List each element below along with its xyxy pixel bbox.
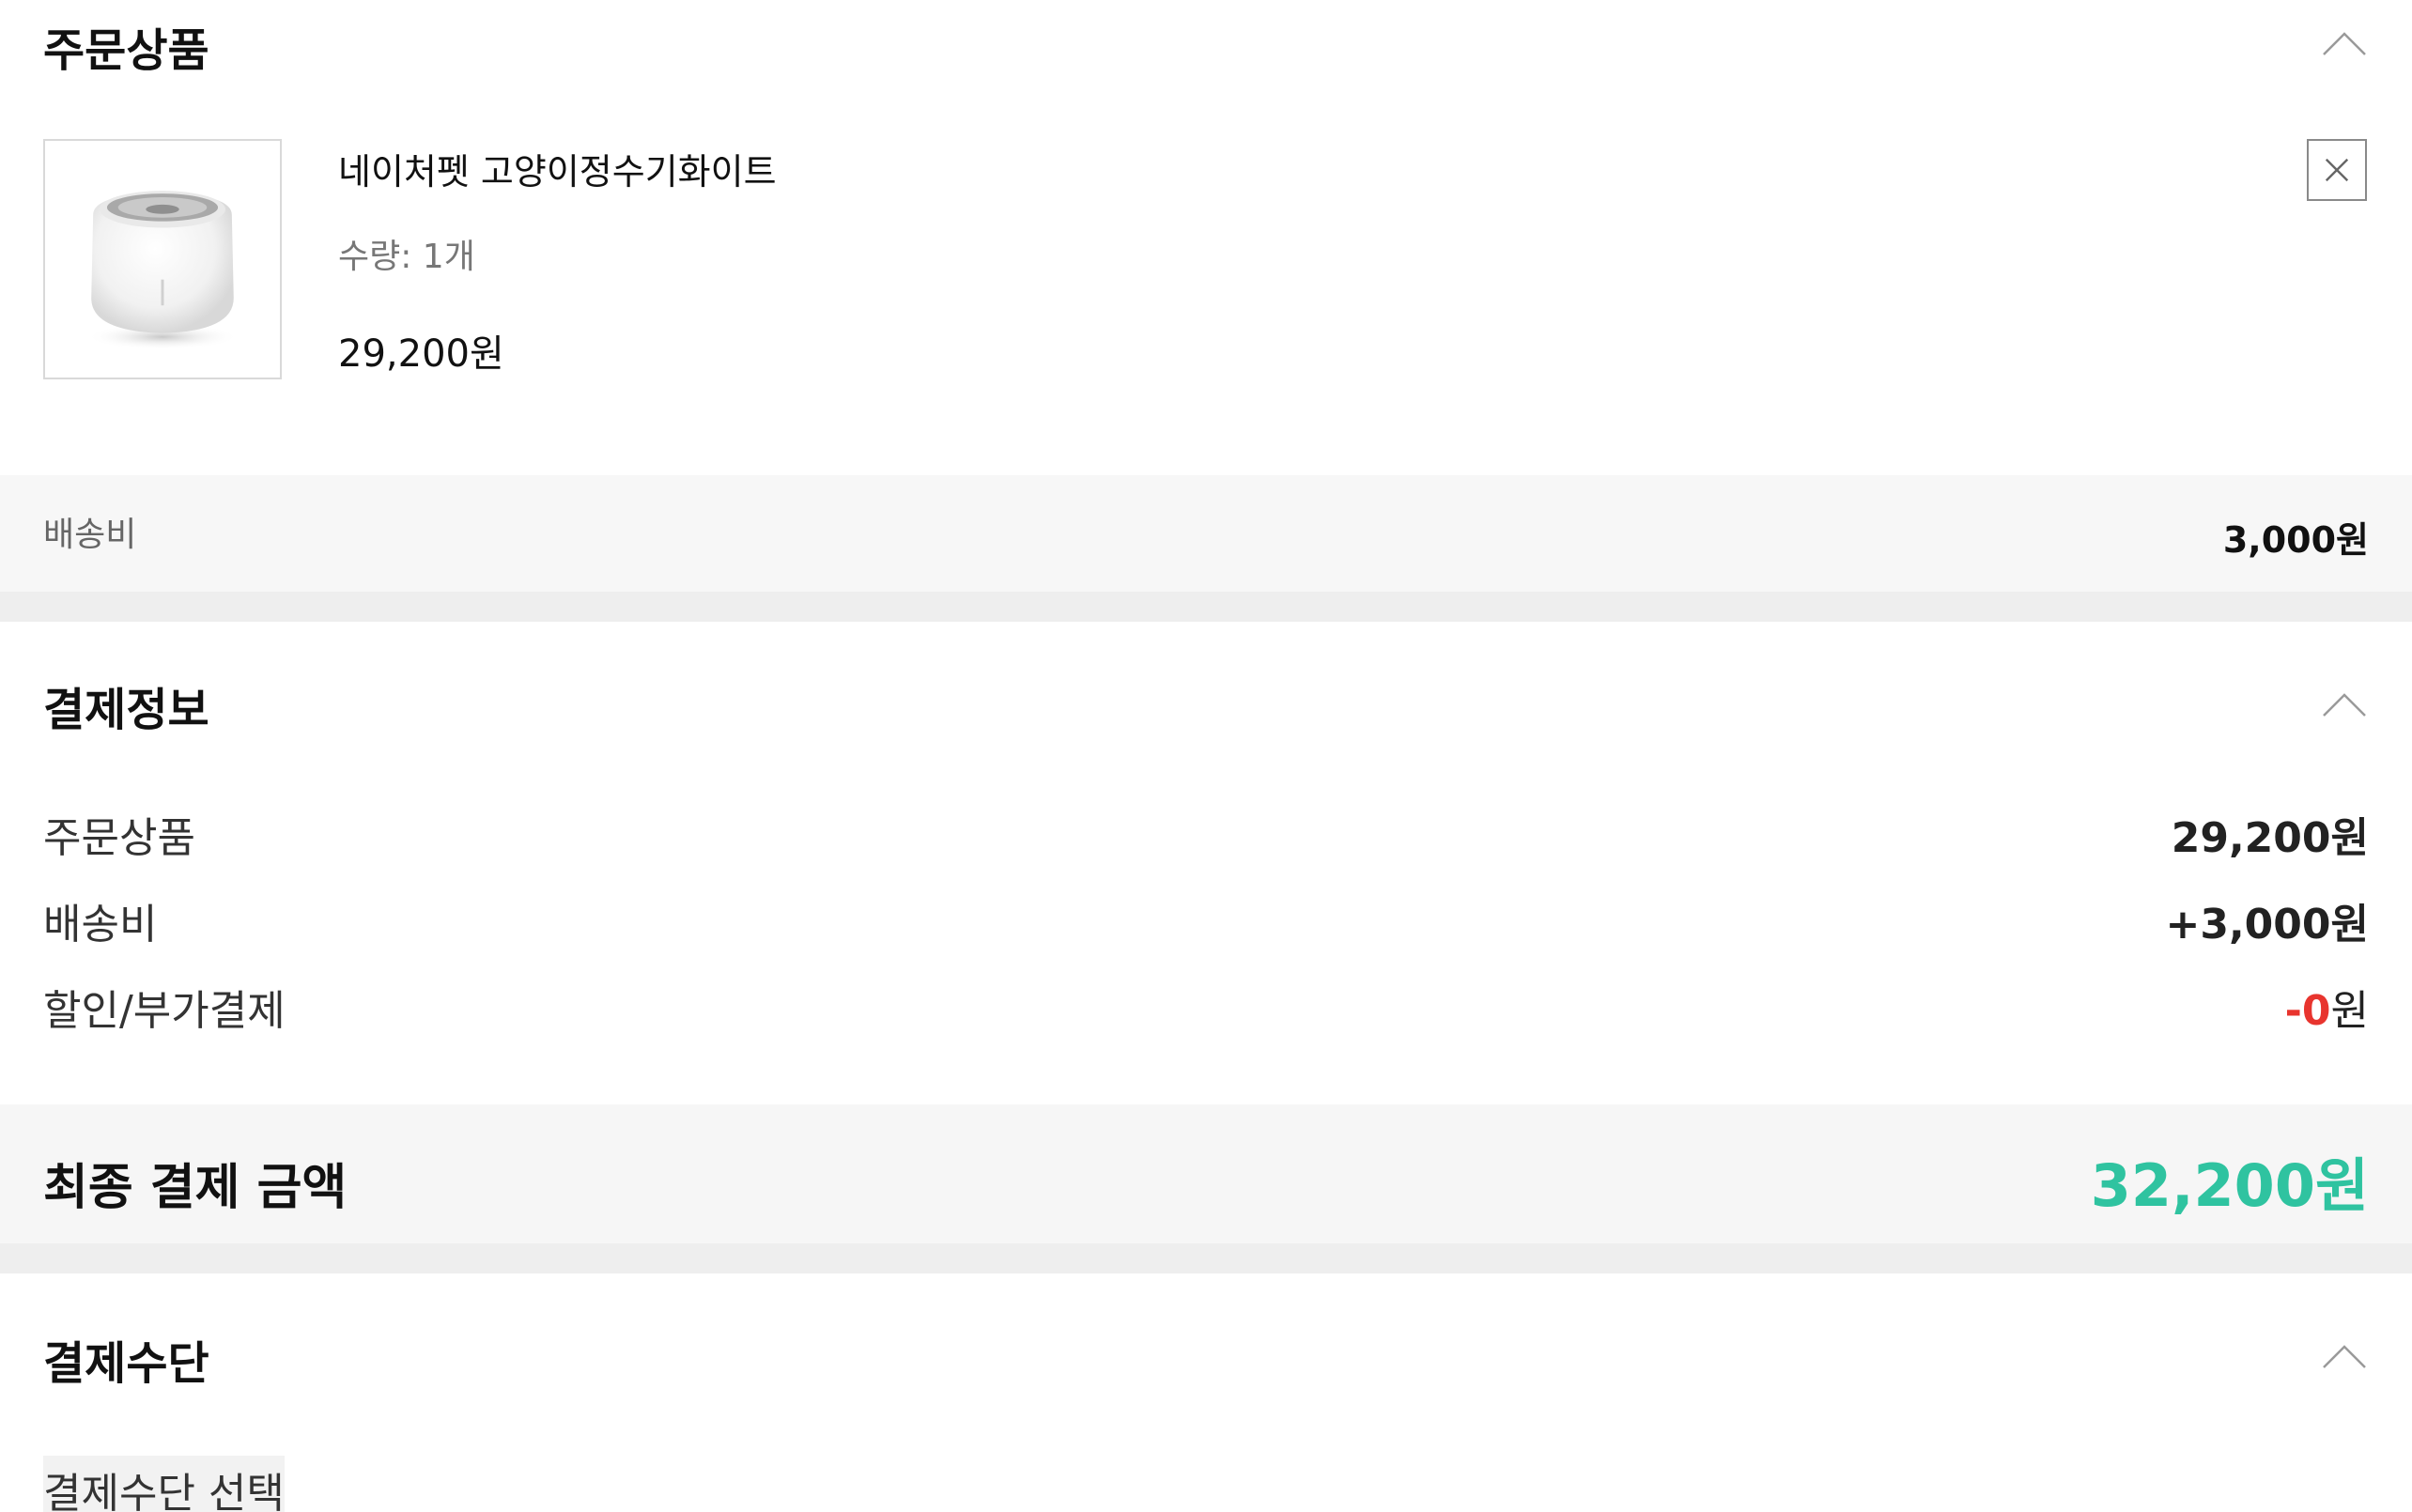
chevron-up-icon[interactable]	[2320, 21, 2369, 69]
currency-unit: 원	[2330, 987, 2369, 1035]
final-amount-bar	[0, 1104, 2412, 1243]
summary-shipping-value: +3,000원	[2165, 901, 2369, 949]
close-icon	[2325, 158, 2349, 182]
payment-info-title: 결제정보	[43, 684, 209, 736]
summary-order-value: 29,200원	[2171, 814, 2369, 862]
chevron-up-icon[interactable]	[2320, 1334, 2369, 1382]
product-image[interactable]	[43, 139, 282, 379]
pet-water-fountain-image	[86, 191, 239, 350]
chevron-up-icon[interactable]	[2320, 682, 2369, 731]
product-name[interactable]: 네이처펫 고양이정수기화이트	[338, 143, 777, 194]
final-amount-value: 32,200원	[2090, 1151, 2369, 1220]
summary-order-label: 주문상품	[43, 814, 195, 862]
order-section-title: 주문상품	[43, 24, 209, 77]
payment-method-title: 결제수단	[43, 1337, 209, 1390]
section-divider	[0, 592, 2412, 622]
order-checkout-page: 주문상품 네이처펫 고양이정수기화이트 수량: 1개 29,200원 배송비 3…	[0, 0, 2412, 1512]
section-divider	[0, 1243, 2412, 1273]
select-payment-method[interactable]: 결제수단 선택	[43, 1456, 285, 1512]
summary-shipping-label: 배송비	[43, 901, 158, 949]
summary-discount-label: 할인/부가결제	[43, 987, 286, 1035]
shipping-fee-bar	[0, 475, 2412, 592]
shipping-fee-value: 3,000원	[2222, 519, 2369, 561]
product-quantity: 수량: 1개	[338, 238, 475, 276]
shipping-fee-label: 배송비	[43, 516, 137, 554]
remove-item-button[interactable]	[2307, 139, 2367, 201]
summary-discount-value: -0원	[2285, 977, 2369, 1037]
discount-amount: -0	[2284, 987, 2331, 1035]
product-price: 29,200원	[338, 332, 504, 376]
final-amount-label: 최종 결제 금액	[43, 1160, 348, 1216]
